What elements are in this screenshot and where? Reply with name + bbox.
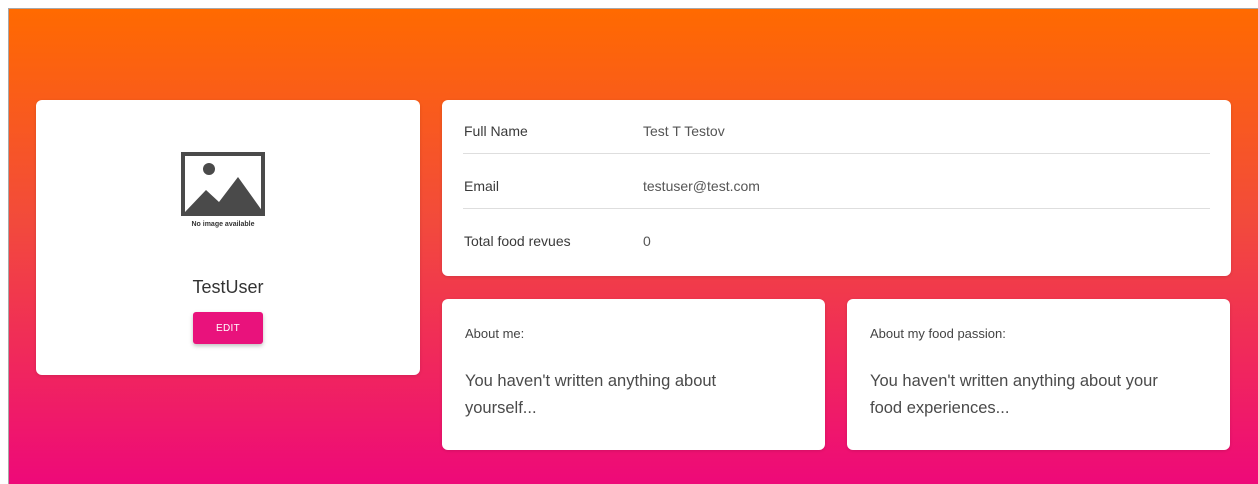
- profile-card: No image available TestUser EDIT: [36, 100, 420, 375]
- user-info-card: Full Name Test T Testov Email testuser@t…: [442, 100, 1231, 276]
- total-food-revues-row: Total food revues 0: [463, 210, 1210, 264]
- total-food-revues-label: Total food revues: [464, 233, 571, 249]
- full-name-label: Full Name: [464, 123, 528, 139]
- about-me-text: You haven't written anything about yours…: [465, 372, 717, 417]
- no-image-caption: No image available: [191, 221, 254, 228]
- profile-page: No image available TestUser EDIT Full Na…: [8, 8, 1258, 484]
- about-me-label: About me:: [465, 326, 525, 341]
- email-value: testuser@test.com: [643, 178, 760, 194]
- no-image-placeholder-icon: No image available: [181, 152, 265, 228]
- edit-profile-button[interactable]: EDIT: [193, 312, 263, 344]
- email-label: Email: [464, 178, 500, 194]
- email-row: Email testuser@test.com: [463, 155, 1210, 209]
- full-name-row: Full Name Test T Testov: [463, 100, 1210, 154]
- total-food-revues-value: 0: [643, 233, 651, 249]
- about-food-passion-card: About my food passion: You haven't writt…: [847, 299, 1230, 450]
- about-food-passion-label: About my food passion:: [870, 326, 1006, 341]
- about-me-card: About me: You haven't written anything a…: [442, 299, 825, 450]
- full-name-value: Test T Testov: [643, 123, 725, 139]
- username: TestUser: [192, 277, 264, 297]
- about-food-passion-text: You haven't written anything about your …: [870, 372, 1158, 417]
